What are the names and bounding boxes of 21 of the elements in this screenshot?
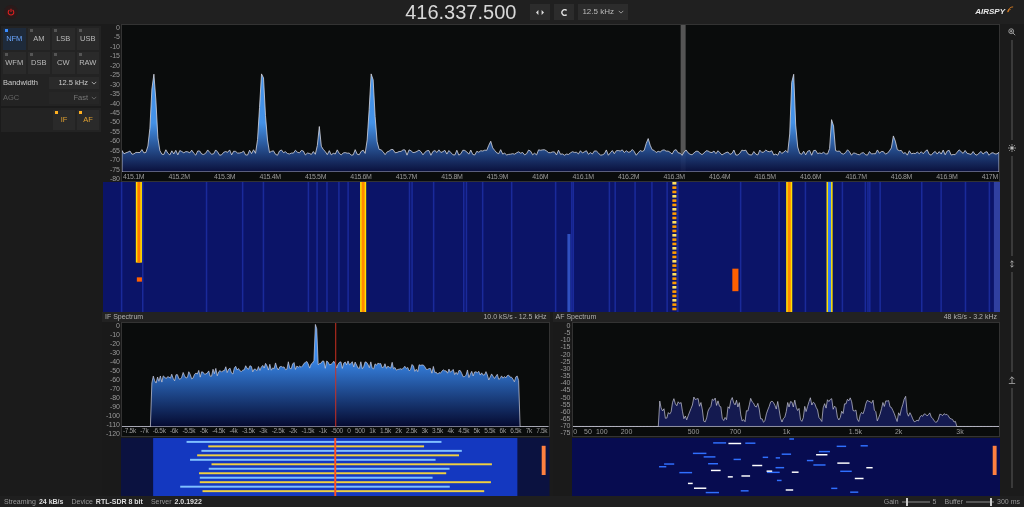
vertical-arrows-icon[interactable]: [1008, 260, 1016, 268]
chevron-down-icon: [618, 10, 624, 14]
power-icon: [7, 8, 15, 16]
center-button[interactable]: [554, 4, 575, 20]
left-right-arrows-icon: [536, 9, 545, 15]
swap-button[interactable]: [530, 4, 551, 20]
chevron-down-icon: [91, 80, 97, 85]
brightness-icon[interactable]: [1008, 144, 1016, 152]
step-dropdown[interactable]: 12.5 kHz: [578, 4, 628, 20]
logo: AIRSPY: [975, 6, 1005, 18]
zoom-in-icon[interactable]: [1008, 28, 1016, 36]
slider-track[interactable]: [901, 500, 930, 503]
frequency-display[interactable]: 416.337.500: [405, 2, 517, 22]
slider-track[interactable]: [966, 500, 995, 503]
arrow-up-icon[interactable]: [1008, 376, 1016, 384]
chevron-down-icon: [91, 95, 97, 100]
signal-waves-icon: [1007, 5, 1014, 13]
center-icon: [560, 8, 568, 16]
power-button[interactable]: [4, 5, 18, 19]
slider-thumb[interactable]: [905, 497, 908, 506]
slider-thumb[interactable]: [989, 497, 992, 506]
